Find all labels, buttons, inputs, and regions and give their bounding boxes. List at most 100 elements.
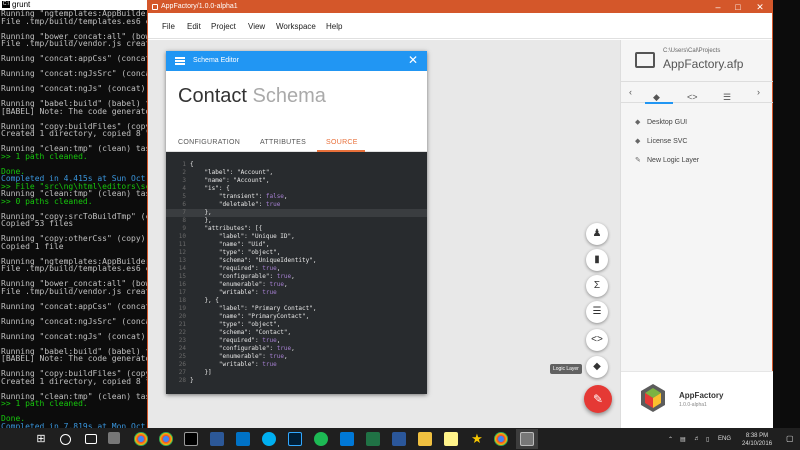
pencil-icon: ✎ xyxy=(635,157,641,164)
clock[interactable]: 8:38 PM 24/10/2016 xyxy=(742,432,772,448)
battery-icon[interactable]: ▯ xyxy=(706,436,709,443)
star-icon[interactable]: ★ xyxy=(470,432,484,446)
code-text: "label": "Account", xyxy=(190,169,274,176)
chrome-icon[interactable] xyxy=(134,432,148,446)
menu-edit[interactable]: Edit xyxy=(187,22,201,31)
fab-list[interactable]: ☰ xyxy=(586,301,608,323)
code-text: "enumerable": true, xyxy=(190,353,288,360)
line-number: 12 xyxy=(178,249,186,256)
network-icon[interactable]: ▤ xyxy=(680,436,686,443)
line-number: 15 xyxy=(178,273,186,280)
code-text: { xyxy=(190,161,194,168)
layer-item[interactable]: ◆ Desktop GUI xyxy=(635,118,687,126)
active-tab-indicator xyxy=(645,102,673,104)
tab-source[interactable]: SOURCE xyxy=(326,139,358,146)
app-icon[interactable] xyxy=(340,432,354,446)
tab-configuration[interactable]: CONFIGURATION xyxy=(178,139,240,146)
file-explorer-icon[interactable] xyxy=(418,432,432,446)
fab-sigma[interactable]: Σ xyxy=(586,275,608,297)
menu-view[interactable]: View xyxy=(248,22,265,31)
terminal-line: Copied 53 files xyxy=(1,219,74,228)
outlook-icon[interactable] xyxy=(236,432,250,446)
line-number: 17 xyxy=(178,289,186,296)
code-text: }, { xyxy=(190,297,219,304)
layers-icon: ◆ xyxy=(593,361,601,372)
cortana-icon[interactable] xyxy=(60,434,71,445)
menu-project[interactable]: Project xyxy=(211,22,236,31)
fab-code[interactable]: <> xyxy=(586,329,608,351)
fab-comment[interactable]: ▮ xyxy=(586,249,608,271)
terminal-line: File .tmp/build/templates.es6 created. xyxy=(1,16,150,26)
code-text: "schema": "Contact", xyxy=(190,329,292,336)
window-title-bar[interactable]: AppFactory/1.0.0-alpha1 – □ ✕ xyxy=(148,1,772,13)
taskbar: ⊞ ★ ⌃ ▤ ♬ ▯ ENG 8:38 PM 24/10/2016 ▢ xyxy=(0,428,800,450)
close-dialog-button[interactable]: ✕ xyxy=(408,54,418,66)
chevron-left-icon[interactable]: ‹ xyxy=(629,87,632,97)
tab-attributes[interactable]: ATTRIBUTES xyxy=(260,139,306,146)
code-line: 12 "type": "object", xyxy=(166,249,427,257)
terminal-line: Created 1 directory, copied 8 files xyxy=(1,376,150,386)
line-number: 16 xyxy=(178,281,186,288)
code-text: "is": { xyxy=(190,185,230,192)
chevron-right-icon[interactable]: › xyxy=(757,87,760,97)
menu-help[interactable]: Help xyxy=(326,22,342,31)
layers-icon: ◆ xyxy=(635,119,641,126)
code-icon: <> xyxy=(687,92,698,102)
menu-workspace[interactable]: Workspace xyxy=(276,22,316,31)
fab-people[interactable]: ♟ xyxy=(586,223,608,245)
terminal-line: Running "concat:ngJsSrc" (concat) task xyxy=(1,316,150,326)
code-line: 28} xyxy=(166,377,427,385)
app-icon[interactable] xyxy=(210,432,224,446)
windows-start-icon[interactable]: ⊞ xyxy=(34,432,48,446)
active-tab-indicator xyxy=(317,150,365,152)
chrome-icon[interactable] xyxy=(494,432,508,446)
line-number: 21 xyxy=(178,321,186,328)
skype-icon[interactable] xyxy=(262,432,276,446)
fab-edit[interactable]: ✎ xyxy=(584,385,612,413)
sticky-notes-icon[interactable] xyxy=(444,432,458,446)
chevron-up-icon[interactable]: ⌃ xyxy=(668,436,673,443)
code-text: "label": "Unique ID", xyxy=(190,233,295,240)
clock-date: 24/10/2016 xyxy=(742,441,773,447)
code-line: 5 "transient": false, xyxy=(166,193,427,201)
code-line: 18 }, { xyxy=(166,297,427,305)
code-line: 10 "label": "Unique ID", xyxy=(166,233,427,241)
code-line: 11 "name": "Uid", xyxy=(166,241,427,249)
layer-item[interactable]: ◆ License SVC xyxy=(635,137,687,145)
line-number: 13 xyxy=(178,257,186,264)
line-number: 9 xyxy=(182,225,186,232)
line-number: 22 xyxy=(178,329,186,336)
chrome-icon[interactable] xyxy=(159,432,173,446)
app-icon[interactable] xyxy=(108,432,120,444)
notifications-icon[interactable]: ▢ xyxy=(786,434,794,443)
excel-icon[interactable] xyxy=(366,432,380,446)
terminal-icon[interactable] xyxy=(184,432,198,446)
language-indicator[interactable]: ENG xyxy=(718,436,731,442)
source-code-editor[interactable]: 1{2 "label": "Account", 3 "name": "Accoun… xyxy=(166,153,427,394)
layer-item[interactable]: ✎ New Logic Layer xyxy=(635,156,699,164)
photoshop-icon[interactable] xyxy=(288,432,302,446)
code-icon: <> xyxy=(591,334,603,345)
minimize-button[interactable]: – xyxy=(708,1,728,13)
code-line: 13 "schema": "UniqueIdentity", xyxy=(166,257,427,265)
workspace-canvas[interactable]: Schema Editor ✕ Contact Schema CONFIGURA… xyxy=(148,40,620,429)
menu-file[interactable]: File xyxy=(162,22,175,31)
layer-item-label: License SVC xyxy=(647,138,688,145)
line-number: 2 xyxy=(182,169,186,176)
dialog-title: Contact Schema xyxy=(178,85,326,108)
maximize-button[interactable]: □ xyxy=(728,1,748,13)
line-number: 23 xyxy=(178,337,186,344)
terminal-icon: C:\ xyxy=(2,1,10,9)
fab-logic-layer[interactable]: ◆ xyxy=(586,356,608,378)
code-line: 7 }, xyxy=(166,209,427,217)
spotify-icon[interactable] xyxy=(314,432,328,446)
word-icon[interactable] xyxy=(392,432,406,446)
task-view-icon[interactable] xyxy=(85,434,97,444)
terminal-line: File .tmp/build/vendor.js created. xyxy=(1,39,150,48)
close-window-button[interactable]: ✕ xyxy=(750,1,770,13)
code-text: "name": "Uid", xyxy=(190,241,270,248)
code-line: 6 "deletable": true xyxy=(166,201,427,209)
code-text: "configurable": true, xyxy=(190,273,295,280)
terminal-line: Running "concat:ngJs" (concat) task xyxy=(1,331,146,341)
volume-icon[interactable]: ♬ xyxy=(694,436,700,442)
